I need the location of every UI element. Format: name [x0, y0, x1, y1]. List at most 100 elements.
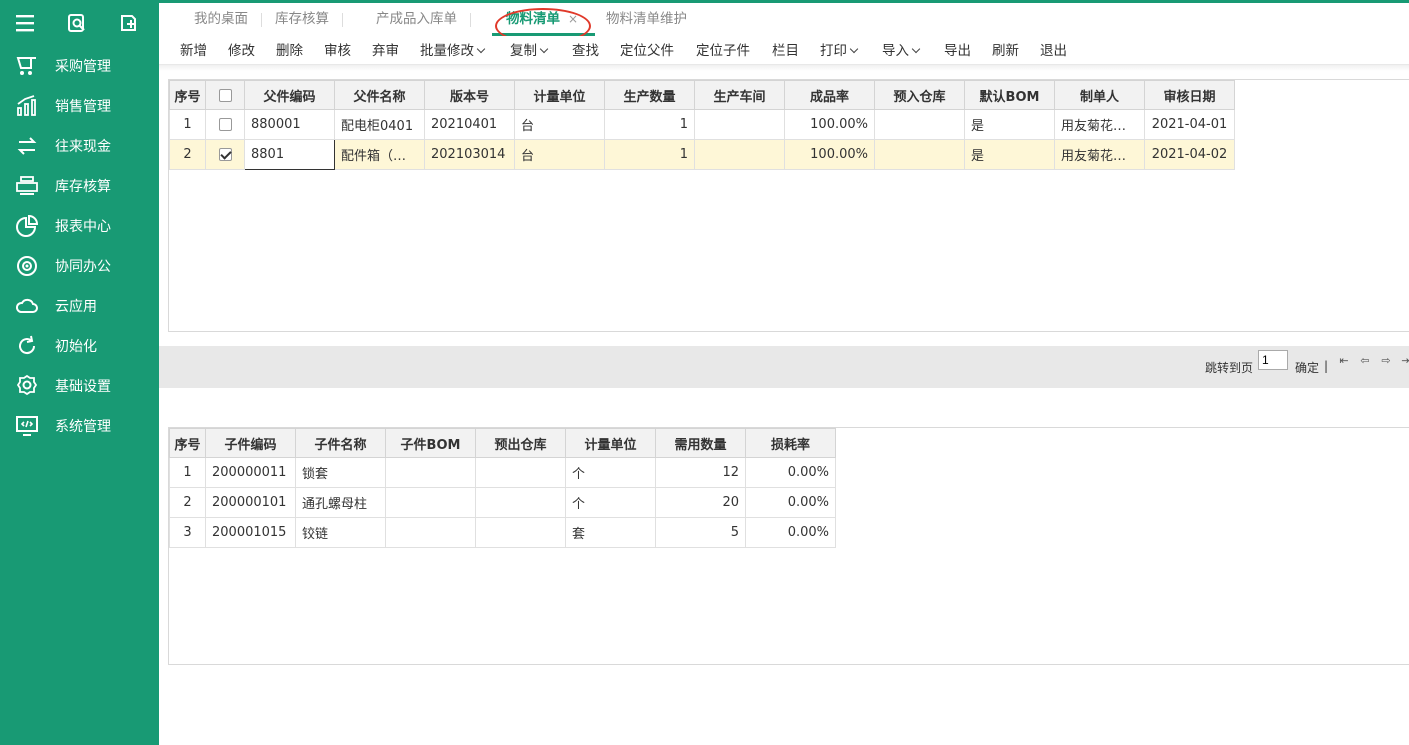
- out-warehouse-cell[interactable]: [475, 487, 566, 518]
- col-header[interactable]: 子件名称: [295, 428, 386, 458]
- col-header[interactable]: 子件BOM: [385, 428, 476, 458]
- parent-code-cell[interactable]: 880001: [244, 109, 335, 140]
- sidebar-item-system[interactable]: 系统管理: [0, 406, 159, 446]
- audit-button[interactable]: 审核: [324, 40, 351, 62]
- tab-finished-goods-receipt[interactable]: 产成品入库单: [362, 3, 471, 36]
- table-row[interactable]: 1 200000011 锁套 个 12 0.00%: [169, 457, 836, 488]
- col-header[interactable]: 损耗率: [745, 428, 836, 458]
- parent-name-cell[interactable]: 配件箱（…: [334, 139, 425, 170]
- table-row[interactable]: 2 8801 配件箱（… 202103014 台 1 100.00% 是 用友菊…: [169, 139, 1235, 170]
- quantity-cell[interactable]: 1: [604, 139, 695, 170]
- col-header[interactable]: 版本号: [424, 80, 515, 110]
- unit-cell[interactable]: 个: [565, 487, 656, 518]
- audit-date-cell[interactable]: 2021-04-02: [1144, 139, 1235, 170]
- col-header[interactable]: 需用数量: [655, 428, 746, 458]
- col-header[interactable]: 生产数量: [604, 80, 695, 110]
- child-bom-cell[interactable]: [385, 487, 476, 518]
- row-checkbox[interactable]: [218, 118, 232, 131]
- col-header[interactable]: 父件编码: [244, 80, 335, 110]
- sidebar-item-basic-settings[interactable]: 基础设置: [0, 366, 159, 406]
- child-code-cell[interactable]: 200000011: [205, 457, 296, 488]
- unaudit-button[interactable]: 弃审: [372, 40, 399, 62]
- required-qty-cell[interactable]: 12: [655, 457, 746, 488]
- sidebar-item-collab[interactable]: 协同办公: [0, 246, 159, 286]
- yield-cell[interactable]: 100.00%: [784, 139, 875, 170]
- loss-rate-cell[interactable]: 0.00%: [745, 487, 836, 518]
- workshop-cell[interactable]: [694, 109, 785, 140]
- col-header[interactable]: 计量单位: [565, 428, 656, 458]
- columns-button[interactable]: 栏目: [772, 40, 799, 62]
- child-code-cell[interactable]: 200001015: [205, 517, 296, 548]
- child-name-cell[interactable]: 铰链: [295, 517, 386, 548]
- required-qty-cell[interactable]: 20: [655, 487, 746, 518]
- out-warehouse-cell[interactable]: [475, 457, 566, 488]
- col-header[interactable]: 预入仓库: [874, 80, 965, 110]
- parent-name-cell[interactable]: 配电柜0401: [334, 109, 425, 140]
- sidebar-item-purchase[interactable]: 采购管理: [0, 46, 159, 86]
- sidebar-item-init[interactable]: 初始化: [0, 326, 159, 366]
- sidebar-item-cloud[interactable]: 云应用: [0, 286, 159, 326]
- prev-page-icon[interactable]: ⇦: [1358, 354, 1372, 368]
- batch-edit-button[interactable]: 批量修改: [420, 40, 486, 62]
- tab-desktop[interactable]: 我的桌面: [180, 3, 262, 36]
- col-header[interactable]: 子件编码: [205, 428, 296, 458]
- workshop-cell[interactable]: [694, 139, 785, 170]
- search-doc-icon[interactable]: [66, 12, 88, 34]
- quantity-cell[interactable]: 1: [604, 109, 695, 140]
- child-bom-cell[interactable]: [385, 517, 476, 548]
- child-name-cell[interactable]: 锁套: [295, 457, 386, 488]
- unit-cell[interactable]: 台: [514, 109, 605, 140]
- exit-button[interactable]: 退出: [1040, 40, 1067, 62]
- col-header[interactable]: 默认BOM: [964, 80, 1055, 110]
- copy-button[interactable]: 复制: [510, 40, 549, 62]
- sidebar-item-sales[interactable]: 销售管理: [0, 86, 159, 126]
- sidebar-item-cash[interactable]: 往来现金: [0, 126, 159, 166]
- row-select-cell[interactable]: [205, 139, 245, 170]
- maker-cell[interactable]: 用友菊花…: [1054, 139, 1145, 170]
- new-button[interactable]: 新增: [180, 40, 207, 62]
- locate-parent-button[interactable]: 定位父件: [620, 40, 674, 62]
- child-code-cell[interactable]: 200000101: [205, 487, 296, 518]
- col-header[interactable]: 计量单位: [514, 80, 605, 110]
- audit-date-cell[interactable]: 2021-04-01: [1144, 109, 1235, 140]
- unit-cell[interactable]: 台: [514, 139, 605, 170]
- col-header[interactable]: 父件名称: [334, 80, 425, 110]
- unit-cell[interactable]: 套: [565, 517, 656, 548]
- warehouse-cell[interactable]: [874, 139, 965, 170]
- col-header[interactable]: 审核日期: [1144, 80, 1235, 110]
- confirm-button[interactable]: 确定: [1295, 359, 1319, 376]
- required-qty-cell[interactable]: 5: [655, 517, 746, 548]
- version-cell[interactable]: 202103014: [424, 139, 515, 170]
- print-button[interactable]: 打印: [820, 40, 859, 62]
- loss-rate-cell[interactable]: 0.00%: [745, 517, 836, 548]
- parent-code-cell[interactable]: 8801: [244, 139, 335, 170]
- export-button[interactable]: 导出: [944, 40, 971, 62]
- col-header[interactable]: 预出仓库: [475, 428, 566, 458]
- sidebar-item-reports[interactable]: 报表中心: [0, 206, 159, 246]
- import-button[interactable]: 导入: [882, 40, 921, 62]
- page-number-input[interactable]: [1258, 350, 1288, 370]
- find-button[interactable]: 查找: [572, 40, 599, 62]
- delete-button[interactable]: 删除: [276, 40, 303, 62]
- col-header[interactable]: 序号: [169, 428, 206, 458]
- unit-cell[interactable]: 个: [565, 457, 656, 488]
- table-row[interactable]: 3 200001015 铰链 套 5 0.00%: [169, 517, 836, 548]
- col-header[interactable]: 生产车间: [694, 80, 785, 110]
- select-all-checkbox[interactable]: [218, 88, 232, 102]
- next-page-icon[interactable]: ⇨: [1379, 354, 1393, 368]
- col-header[interactable]: 成品率: [784, 80, 875, 110]
- col-header[interactable]: 序号: [169, 80, 206, 110]
- out-warehouse-cell[interactable]: [475, 517, 566, 548]
- locate-child-button[interactable]: 定位子件: [696, 40, 750, 62]
- edit-button[interactable]: 修改: [228, 40, 255, 62]
- menu-icon[interactable]: [14, 12, 36, 34]
- row-select-cell[interactable]: [205, 109, 245, 140]
- refresh-button[interactable]: 刷新: [992, 40, 1019, 62]
- tab-inventory[interactable]: 库存核算: [261, 3, 343, 36]
- last-page-icon[interactable]: ⇥: [1399, 354, 1409, 368]
- sidebar-item-inventory[interactable]: 库存核算: [0, 166, 159, 206]
- select-all-header[interactable]: [205, 80, 245, 110]
- col-header[interactable]: 制单人: [1054, 80, 1145, 110]
- first-page-icon[interactable]: ⇤: [1337, 354, 1351, 368]
- table-row[interactable]: 2 200000101 通孔螺母柱 个 20 0.00%: [169, 487, 836, 518]
